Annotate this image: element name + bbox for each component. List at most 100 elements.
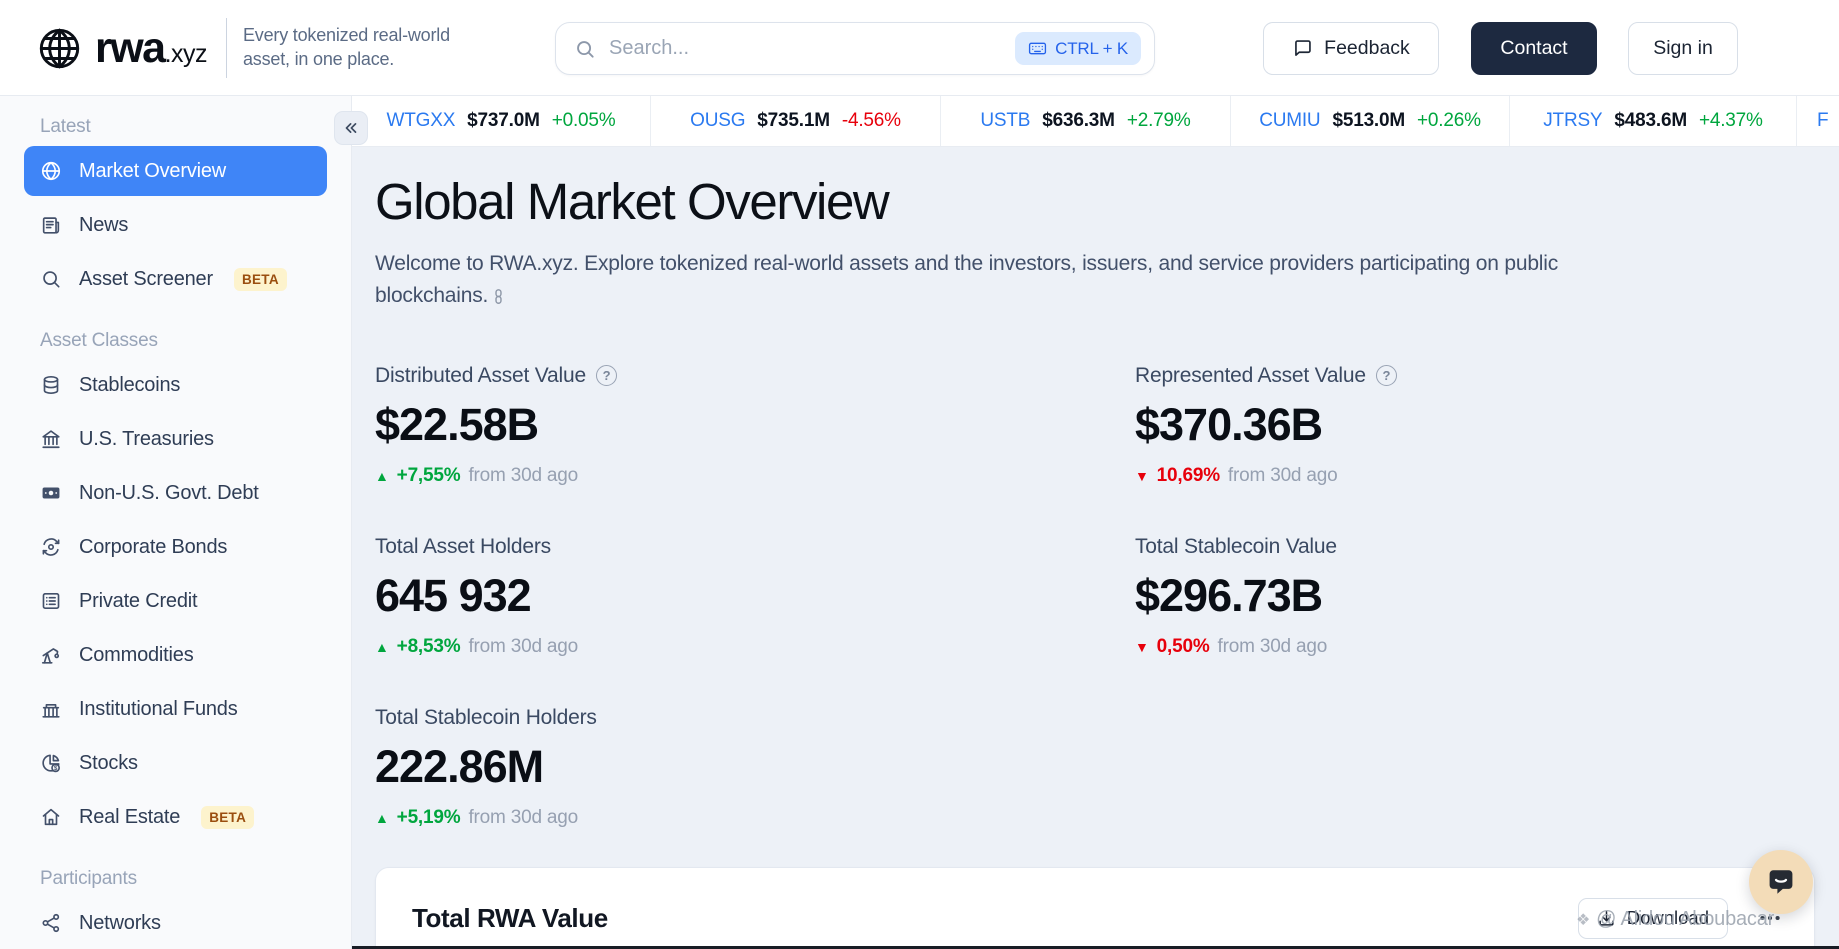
stat-change-period: from 30d ago (468, 636, 578, 658)
chat-launcher-button[interactable] (1749, 850, 1813, 914)
landmark-icon (40, 428, 62, 450)
ticker-value: $513.0M (1332, 110, 1405, 132)
beta-badge: BETA (201, 806, 254, 829)
sidebar-section-latest: Latest Market Overview News Asset Screener B… (24, 116, 327, 304)
page-title: Global Market Overview (375, 173, 1839, 232)
ticker-symbol: CUMIU (1259, 110, 1320, 132)
stat-label-text: Total Stablecoin Holders (375, 706, 597, 730)
stat-change-percent: +8,53% (397, 636, 461, 658)
ticker-item-wtgxx[interactable]: WTGXX$737.0M+0.05% (352, 96, 651, 146)
keyboard-shortcut-badge: CTRL + K (1015, 32, 1141, 65)
sidebar-item-stocks[interactable]: $Stocks (24, 738, 327, 788)
stat-label-text: Total Stablecoin Value (1135, 535, 1337, 559)
ticker-change: -4.56% (842, 110, 901, 132)
top-header: rwa.xyz Every tokenized real-world asset… (0, 0, 1839, 96)
sidebar-item-commodities[interactable]: Commodities (24, 630, 327, 680)
stat-value: 645 932 (375, 570, 1135, 622)
feedback-button[interactable]: Feedback (1263, 22, 1439, 75)
ticker-symbol: JTRSY (1543, 110, 1602, 132)
stat-label-text: Total Asset Holders (375, 535, 551, 559)
sidebar: Latest Market Overview News Asset Screener B… (0, 96, 352, 949)
sidebar-nav: Latest Market Overview News Asset Screener B… (24, 116, 327, 948)
house-icon (40, 806, 62, 828)
chevrons-left-icon (342, 119, 360, 137)
main-content: Global Market Overview Welcome to RWA.xy… (352, 147, 1839, 949)
stat-value: $22.58B (375, 399, 1135, 451)
sidebar-item-label: Commodities (79, 644, 194, 667)
ticker-item-cumiu[interactable]: CUMIU$513.0M+0.26% (1231, 96, 1510, 146)
sign-in-button[interactable]: Sign in (1628, 22, 1738, 75)
sidebar-item-label: News (79, 214, 128, 237)
sidebar-collapse-button[interactable] (334, 111, 368, 145)
stat-delta: ▲+5,19%from 30d ago (375, 807, 1135, 829)
stat-delta: ▼0,50%from 30d ago (1135, 636, 1839, 658)
search-icon (40, 268, 62, 290)
sign-in-label: Sign in (1653, 37, 1713, 60)
sidebar-item-asset-screener[interactable]: Asset Screener BETA (24, 254, 327, 304)
sidebar-item-market-overview[interactable]: Market Overview (24, 146, 327, 196)
ticker-change: +2.79% (1127, 110, 1191, 132)
contact-button[interactable]: Contact (1471, 22, 1597, 75)
stat-value: 222.86M (375, 741, 1135, 793)
sidebar-item-corporate-bonds[interactable]: Corporate Bonds (24, 522, 327, 572)
list-card-icon (40, 590, 62, 612)
search-bar[interactable]: CTRL + K (555, 22, 1155, 75)
stat-label-text: Distributed Asset Value (375, 364, 586, 388)
ticker-value: $483.6M (1614, 110, 1687, 132)
sidebar-item-label: Market Overview (79, 160, 226, 183)
sidebar-item-real-estate[interactable]: Real Estate BETA (24, 792, 327, 842)
ticker-item-ousg[interactable]: OUSG$735.1M-4.56% (651, 96, 941, 146)
tagline: Every tokenized real-world asset, in one… (243, 23, 458, 72)
ticker-item-ustb[interactable]: USTB$636.3M+2.79% (941, 96, 1231, 146)
sidebar-item-label: Asset Screener (79, 268, 213, 291)
sidebar-item-private-credit[interactable]: Private Credit (24, 576, 327, 626)
sidebar-item-institutional-funds[interactable]: Institutional Funds (24, 684, 327, 734)
sidebar-section-label: Latest (40, 116, 327, 138)
ticker-change: +4.37% (1699, 110, 1763, 132)
stat-represented-asset-value: Represented Asset Value?$370.36B▼10,69%f… (1135, 364, 1839, 487)
watermark: ❖@ Alidou Aboubacar (1576, 908, 1774, 931)
welcome-text-body: Welcome to RWA.xyz. Explore tokenized re… (375, 252, 1558, 307)
pie-dollar-icon: $ (40, 752, 62, 774)
help-icon[interactable]: ? (596, 365, 617, 386)
sidebar-item-networks[interactable]: Networks (24, 898, 327, 948)
stat-value: $296.73B (1135, 570, 1839, 622)
header-divider (226, 18, 227, 78)
sidebar-item-news[interactable]: News (24, 200, 327, 250)
triangle-up-icon: ▲ (375, 468, 389, 484)
sidebar-section-label: Asset Classes (40, 330, 327, 352)
ticker-value: $735.1M (757, 110, 830, 132)
stat-total-asset-holders: Total Asset Holders645 932▲+8,53%from 30… (375, 535, 1135, 658)
search-input[interactable] (609, 37, 1015, 60)
stat-change-percent: 0,50% (1157, 636, 1210, 658)
stat-label: Total Stablecoin Holders (375, 706, 1135, 730)
rwa-logo[interactable]: rwa.xyz (36, 22, 207, 74)
sidebar-item-label: Real Estate (79, 806, 180, 829)
stat-total-stablecoin-holders: Total Stablecoin Holders 222.86M ▲+5,19%fr… (375, 706, 1135, 829)
ticker-item-jtrsy[interactable]: JTRSY $483.6M +4.37% (1510, 96, 1797, 146)
sidebar-item-label: Non-U.S. Govt. Debt (79, 482, 259, 505)
welcome-text: Welcome to RWA.xyz. Explore tokenized re… (375, 248, 1560, 312)
card-title: Total RWA Value (412, 903, 608, 934)
keyboard-icon (1028, 39, 1047, 58)
chat-bubble-icon (1763, 864, 1799, 900)
ticker-item-f[interactable]: F (1797, 96, 1839, 146)
coins-icon (40, 374, 62, 396)
refresh-coin-icon (40, 536, 62, 558)
sidebar-item-non-u-s-govt-debt[interactable]: Non-U.S. Govt. Debt (24, 468, 327, 518)
stat-distributed-asset-value: Distributed Asset Value?$22.58B▲+7,55%fr… (375, 364, 1135, 487)
sidebar-item-label: U.S. Treasuries (79, 428, 214, 451)
stat-delta: ▼10,69%from 30d ago (1135, 465, 1839, 487)
globe-icon (40, 160, 62, 182)
sidebar-item-stablecoins[interactable]: Stablecoins (24, 360, 327, 410)
stat-change-period: from 30d ago (1228, 465, 1338, 487)
help-icon[interactable]: ? (1376, 365, 1397, 386)
triangle-down-icon: ▼ (1135, 639, 1149, 655)
beta-badge: BETA (234, 268, 287, 291)
triangle-down-icon: ▼ (1135, 468, 1149, 484)
ticker-symbol: USTB (980, 110, 1030, 132)
building-columns-icon (40, 698, 62, 720)
sidebar-item-u-s-treasuries[interactable]: U.S. Treasuries (24, 414, 327, 464)
ticker-bar: WTGXX$737.0M+0.05%OUSG$735.1M-4.56%USTB$… (352, 96, 1839, 147)
stat-label: Total Stablecoin Value (1135, 535, 1839, 559)
